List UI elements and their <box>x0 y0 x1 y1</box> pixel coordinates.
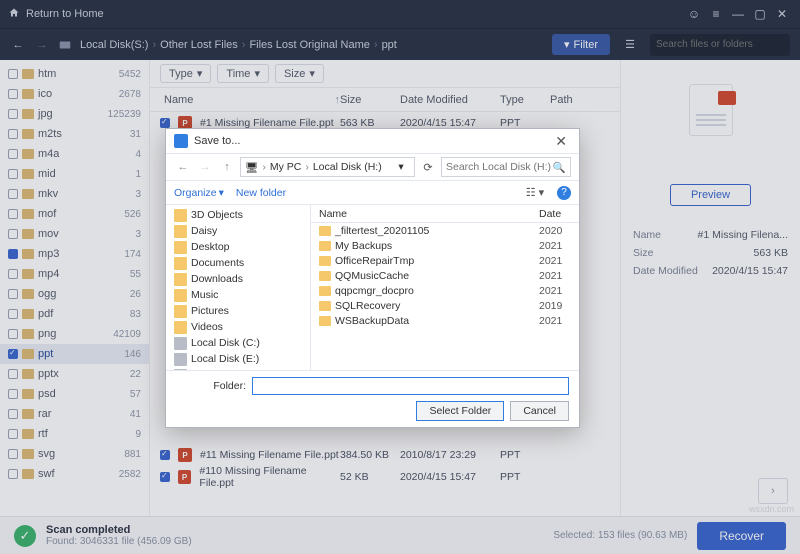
cancel-button[interactable]: Cancel <box>510 401 569 421</box>
tree-item-label: Videos <box>191 321 223 333</box>
list-item-name: SQLRecovery <box>335 300 539 312</box>
folder-icon <box>319 286 331 296</box>
tree-item-music[interactable]: Music <box>166 287 310 303</box>
list-item-date: 2021 <box>539 285 579 297</box>
chevron-down-icon: ▾ <box>219 187 224 199</box>
disk-icon <box>174 353 187 366</box>
tree-item-3d-objects[interactable]: 3D Objects <box>166 207 310 223</box>
dialog-path[interactable]: 🖥 › My PC › Local Disk (H:) ▾ <box>240 157 415 177</box>
view-mode-button[interactable]: ☷ ▾ <box>525 186 545 199</box>
tree-item-label: Downloads <box>191 273 243 285</box>
folder-icon <box>174 321 187 334</box>
tree-item-desktop[interactable]: Desktop <box>166 239 310 255</box>
list-item-date: 2021 <box>539 315 579 327</box>
folder-icon <box>174 241 187 254</box>
dialog-refresh[interactable]: ⟳ <box>419 161 437 174</box>
folder-icon <box>174 225 187 238</box>
tree-item-label: Daisy <box>191 225 217 237</box>
tree-item-pictures[interactable]: Pictures <box>166 303 310 319</box>
help-button[interactable]: ? <box>557 186 571 200</box>
dialog-search-input[interactable] <box>446 161 553 173</box>
list-item-name: qqpcmgr_docpro <box>335 285 539 297</box>
tree-item-label: Desktop <box>191 241 230 253</box>
dialog-close-button[interactable]: ✕ <box>551 133 571 150</box>
search-icon[interactable]: 🔍 <box>553 161 566 174</box>
disk-icon <box>174 337 187 350</box>
tree-item-label: Documents <box>191 257 244 269</box>
list-item-name: WSBackupData <box>335 315 539 327</box>
dialog-list-header: Name Date <box>311 205 579 223</box>
tree-item-label: Local Disk (E:) <box>191 353 259 365</box>
path-dropdown[interactable]: ▾ <box>392 161 410 173</box>
tree-item-label: Music <box>191 289 218 301</box>
tree-item-label: Pictures <box>191 305 229 317</box>
dialog-tree: 3D Objects Daisy Desktop Documents Downloads… <box>166 205 311 370</box>
folder-icon <box>174 289 187 302</box>
watermark: wsxdn.com <box>749 504 794 514</box>
folder-input[interactable] <box>252 377 569 395</box>
list-item-name: _filtertest_20201105 <box>335 225 539 237</box>
folder-icon <box>319 301 331 311</box>
folder-icon <box>174 273 187 286</box>
tree-item-local-disk-c-[interactable]: Local Disk (C:) <box>166 335 310 351</box>
dialog-title: Save to... <box>194 135 551 147</box>
list-item[interactable]: OfficeRepairTmp2021 <box>311 253 579 268</box>
folder-icon <box>319 271 331 281</box>
list-item[interactable]: SQLRecovery2019 <box>311 298 579 313</box>
list-item[interactable]: _filtertest_202011052020 <box>311 223 579 238</box>
folder-icon <box>319 256 331 266</box>
new-folder-button[interactable]: New folder <box>236 187 286 199</box>
list-item-name: QQMusicCache <box>335 270 539 282</box>
save-dialog: Save to... ✕ ← → ↑ 🖥 › My PC › Local Dis… <box>165 128 580 428</box>
dialog-back[interactable]: ← <box>174 161 192 173</box>
dialog-forward[interactable]: → <box>196 161 214 173</box>
list-item[interactable]: QQMusicCache2021 <box>311 268 579 283</box>
tree-item-documents[interactable]: Documents <box>166 255 310 271</box>
list-item-date: 2021 <box>539 270 579 282</box>
tree-item-daisy[interactable]: Daisy <box>166 223 310 239</box>
tree-item-label: Local Disk (C:) <box>191 337 260 349</box>
dialog-app-icon <box>174 134 188 148</box>
list-item[interactable]: qqpcmgr_docpro2021 <box>311 283 579 298</box>
folder-icon <box>174 209 187 222</box>
tree-item-downloads[interactable]: Downloads <box>166 271 310 287</box>
dialog-up[interactable]: ↑ <box>218 161 236 173</box>
list-item-date: 2021 <box>539 255 579 267</box>
folder-icon <box>319 241 331 251</box>
list-item-date: 2020 <box>539 225 579 237</box>
tree-item-videos[interactable]: Videos <box>166 319 310 335</box>
pc-icon: 🖥 <box>245 161 258 174</box>
tree-item-local-disk-e-[interactable]: Local Disk (E:) <box>166 351 310 367</box>
folder-label: Folder: <box>176 380 246 392</box>
folder-icon <box>174 257 187 270</box>
list-item-name: My Backups <box>335 240 539 252</box>
select-folder-button[interactable]: Select Folder <box>416 401 504 421</box>
list-item[interactable]: My Backups2021 <box>311 238 579 253</box>
list-item-name: OfficeRepairTmp <box>335 255 539 267</box>
list-item-date: 2019 <box>539 300 579 312</box>
organize-dropdown[interactable]: Organize ▾ <box>174 187 224 199</box>
folder-icon <box>174 305 187 318</box>
folder-icon <box>319 316 331 326</box>
list-item[interactable]: WSBackupData2021 <box>311 313 579 328</box>
tree-item-label: 3D Objects <box>191 209 243 221</box>
folder-icon <box>319 226 331 236</box>
list-item-date: 2021 <box>539 240 579 252</box>
